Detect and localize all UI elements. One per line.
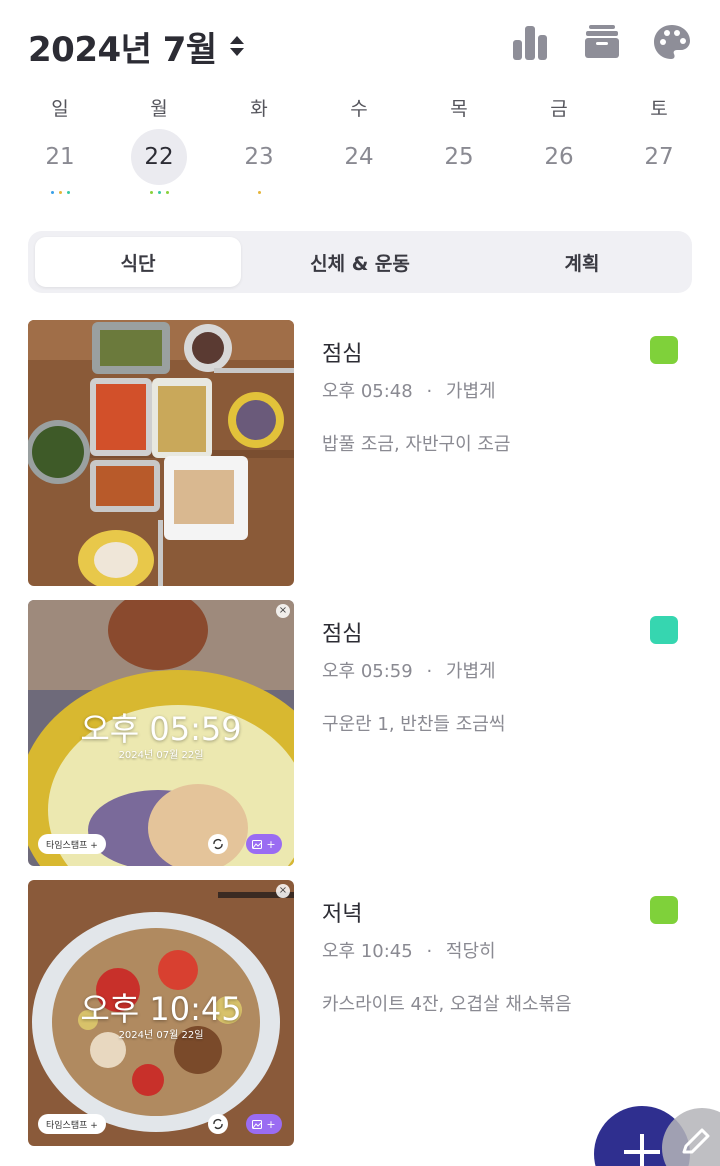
timestamp-button[interactable]: 타임스탬프 + xyxy=(38,834,106,854)
meal-amount: 적당히 xyxy=(445,941,496,962)
day-of-week: 금 xyxy=(550,98,568,120)
color-tag[interactable] xyxy=(650,616,678,644)
color-tag[interactable] xyxy=(650,896,678,924)
tab-plan[interactable]: 계획 xyxy=(479,237,685,287)
tab-diet[interactable]: 식단 xyxy=(35,237,241,287)
meal-amount: 가볍게 xyxy=(445,661,496,682)
photo-timestamp: 오후 10:45 xyxy=(80,990,242,1028)
sync-icon[interactable] xyxy=(208,834,228,854)
meal-entry[interactable]: × 오후 10:45 2024년 07월 22일 타임스탬프 + + 저녁 오후… xyxy=(28,880,692,1146)
day-number: 26 xyxy=(544,144,574,170)
meal-title: 점심 xyxy=(322,622,363,647)
photo-date: 2024년 07월 22일 xyxy=(118,750,204,761)
archive-icon[interactable] xyxy=(582,22,622,62)
meal-title: 저녁 xyxy=(322,902,363,927)
header: 2024년 7월 xyxy=(0,0,720,90)
meal-entry[interactable]: 점심 오후 05:48 · 가볍게 밥풀 조금, 자반구이 조금 xyxy=(28,320,692,586)
meal-meta: 오후 05:48 · 가볍게 xyxy=(322,377,496,403)
image-add-button[interactable]: + xyxy=(246,834,282,854)
month-selector[interactable]: 2024년 7월 xyxy=(28,22,245,71)
image-add-plus: + xyxy=(266,1117,276,1131)
photo-timestamp: 오후 05:59 xyxy=(80,710,242,748)
pencil-icon xyxy=(682,1128,710,1154)
day-of-week: 화 xyxy=(250,98,268,120)
day-cell[interactable]: 토 27 xyxy=(619,95,699,210)
image-icon xyxy=(252,839,263,849)
image-add-button[interactable]: + xyxy=(246,1114,282,1134)
day-of-week: 목 xyxy=(450,98,468,120)
day-cell[interactable]: 수 24 xyxy=(319,95,399,210)
palette-icon[interactable] xyxy=(652,22,692,62)
meal-photo[interactable]: × 오후 05:59 2024년 07월 22일 타임스탬프 + + xyxy=(28,600,294,866)
sync-icon[interactable] xyxy=(208,1114,228,1134)
day-cell-selected[interactable]: 월 22 xyxy=(119,95,199,210)
day-number: 27 xyxy=(644,144,674,170)
day-cell[interactable]: 목 25 xyxy=(419,95,499,210)
close-icon[interactable]: × xyxy=(276,884,290,898)
meal-description: 구운란 1, 반찬들 조금씩 xyxy=(322,714,506,735)
meal-photo[interactable]: × 오후 10:45 2024년 07월 22일 타임스탬프 + + xyxy=(28,880,294,1146)
meal-entry[interactable]: × 오후 05:59 2024년 07월 22일 타임스탬프 + + 점심 오후… xyxy=(28,600,692,866)
month-title: 2024년 7월 xyxy=(28,30,217,70)
image-icon xyxy=(252,1119,263,1129)
day-number: 22 xyxy=(144,144,174,170)
close-icon[interactable]: × xyxy=(276,604,290,618)
day-cell[interactable]: 금 26 xyxy=(519,95,599,210)
day-of-week: 월 xyxy=(150,98,168,120)
meal-amount: 가볍게 xyxy=(445,381,496,402)
photo-date: 2024년 07월 22일 xyxy=(118,1030,204,1041)
meal-title: 점심 xyxy=(322,342,363,367)
tab-body-exercise[interactable]: 신체 & 운동 xyxy=(257,237,463,287)
meal-time: 오후 05:59 xyxy=(322,661,413,682)
sort-arrows-icon xyxy=(229,35,245,59)
meta-separator: · xyxy=(426,941,433,962)
meal-time: 오후 10:45 xyxy=(322,941,413,962)
day-of-week: 일 xyxy=(51,98,69,120)
timestamp-button[interactable]: 타임스탬프 + xyxy=(38,1114,106,1134)
day-number: 23 xyxy=(244,144,274,170)
meal-description: 밥풀 조금, 자반구이 조금 xyxy=(322,434,511,455)
color-tag[interactable] xyxy=(650,336,678,364)
day-number: 24 xyxy=(344,144,374,170)
bar-chart-icon[interactable] xyxy=(510,22,550,62)
day-number: 25 xyxy=(444,144,474,170)
segmented-tabs: 식단 신체 & 운동 계획 xyxy=(28,231,692,293)
entry-dots xyxy=(20,191,100,203)
image-add-plus: + xyxy=(266,837,276,851)
meal-photo[interactable] xyxy=(28,320,294,586)
meal-meta: 오후 10:45 · 적당히 xyxy=(322,937,496,963)
day-of-week: 토 xyxy=(650,98,668,120)
entry-dots xyxy=(119,191,199,203)
day-number: 21 xyxy=(45,144,75,170)
entry-dots xyxy=(219,191,299,203)
day-cell[interactable]: 일 21 xyxy=(20,95,100,210)
meta-separator: · xyxy=(426,661,433,682)
day-of-week: 수 xyxy=(350,98,368,120)
meal-meta: 오후 05:59 · 가볍게 xyxy=(322,657,496,683)
meta-separator: · xyxy=(426,381,433,402)
meal-time: 오후 05:48 xyxy=(322,381,413,402)
meal-description: 카스라이트 4잔, 오겹살 채소볶음 xyxy=(322,994,572,1015)
day-cell[interactable]: 화 23 xyxy=(219,95,299,210)
week-strip: 일 21 월 22 화 23 수 24 목 25 금 26 토 27 xyxy=(0,95,720,210)
